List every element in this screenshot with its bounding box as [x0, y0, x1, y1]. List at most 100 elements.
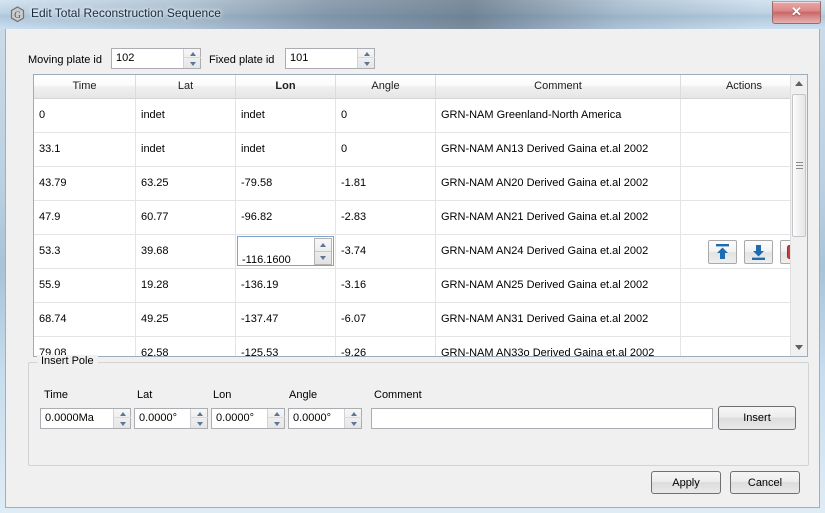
- cell-angle[interactable]: -2.83: [336, 201, 436, 234]
- cell-angle[interactable]: -3.16: [336, 269, 436, 302]
- table-body: 0 indet indet 0 GRN-NAM Greenland-North Amer…: [34, 99, 807, 356]
- insert-lat-input[interactable]: 0.0000°: [134, 408, 208, 429]
- cell-lon[interactable]: -96.82: [236, 201, 336, 234]
- column-header-time[interactable]: Time: [34, 75, 136, 98]
- table-row[interactable]: 79.08 62.58 -125.53 -9.26 GRN-NAM AN33o Deri…: [34, 337, 807, 356]
- insert-button[interactable]: Insert: [718, 406, 796, 430]
- arrow-up-to-line-icon: [716, 244, 729, 259]
- table-row[interactable]: 53.3 39.68 -116.1600 -3.74 GRN-NAM AN24 Deri…: [34, 235, 807, 269]
- insert-angle-input[interactable]: 0.0000°: [288, 408, 362, 429]
- insert-lon-stepper[interactable]: [267, 409, 285, 428]
- column-header-actions[interactable]: Actions: [681, 75, 807, 98]
- stepper-up-icon[interactable]: [191, 409, 208, 418]
- cell-time[interactable]: 0: [34, 99, 136, 132]
- stepper-up-icon[interactable]: [184, 49, 201, 58]
- cell-lat[interactable]: 60.77: [136, 201, 236, 234]
- table-row[interactable]: 0 indet indet 0 GRN-NAM Greenland-North Amer…: [34, 99, 807, 133]
- table-row[interactable]: 43.79 63.25 -79.58 -1.81 GRN-NAM AN20 Derive…: [34, 167, 807, 201]
- moving-plate-id-input[interactable]: 102: [111, 48, 201, 69]
- insert-lat-stepper[interactable]: [190, 409, 208, 428]
- cell-lat[interactable]: 49.25: [136, 303, 236, 336]
- cell-lon[interactable]: -137.47: [236, 303, 336, 336]
- stepper-up-icon[interactable]: [345, 409, 362, 418]
- table-row[interactable]: 55.9 19.28 -136.19 -3.16 GRN-NAM AN25 Derive…: [34, 269, 807, 303]
- cell-lon[interactable]: indet: [236, 133, 336, 166]
- table-row[interactable]: 47.9 60.77 -96.82 -2.83 GRN-NAM AN21 Derived…: [34, 201, 807, 235]
- fixed-plate-id-stepper[interactable]: [357, 49, 375, 68]
- cell-lon[interactable]: -125.53: [236, 337, 336, 356]
- cell-lon[interactable]: -136.19: [236, 269, 336, 302]
- stepper-down-icon[interactable]: [345, 419, 362, 428]
- stepper-down-icon[interactable]: [268, 419, 285, 428]
- cell-lon[interactable]: indet: [236, 99, 336, 132]
- stepper-up-icon[interactable]: [358, 49, 375, 58]
- move-to-top-button[interactable]: [708, 240, 737, 264]
- cell-lon[interactable]: -79.58: [236, 167, 336, 200]
- table-vertical-scrollbar[interactable]: [790, 75, 807, 356]
- cell-actions[interactable]: [681, 235, 807, 268]
- cell-comment[interactable]: GRN-NAM AN31 Derived Gaina et.al 2002: [436, 303, 681, 336]
- column-header-angle[interactable]: Angle: [336, 75, 436, 98]
- insert-lon-input[interactable]: 0.0000°: [211, 408, 285, 429]
- stepper-down-icon[interactable]: [315, 252, 331, 264]
- cell-lat[interactable]: 39.68: [136, 235, 236, 268]
- cell-lat[interactable]: 63.25: [136, 167, 236, 200]
- insert-lat-label: Lat: [137, 389, 153, 401]
- scroll-down-button[interactable]: [791, 339, 807, 356]
- column-header-lat[interactable]: Lat: [136, 75, 236, 98]
- cell-lat[interactable]: indet: [136, 99, 236, 132]
- lon-editor-spinbox[interactable]: -116.1600: [237, 236, 334, 266]
- cell-time[interactable]: 68.74: [34, 303, 136, 336]
- cell-angle[interactable]: 0: [336, 99, 436, 132]
- cell-time[interactable]: 79.08: [34, 337, 136, 356]
- stepper-up-icon[interactable]: [114, 409, 131, 418]
- stepper-down-icon[interactable]: [114, 419, 131, 428]
- cell-time[interactable]: 33.1: [34, 133, 136, 166]
- table-row[interactable]: 33.1 indet indet 0 GRN-NAM AN13 Derived Gain…: [34, 133, 807, 167]
- insert-time-input[interactable]: 0.0000Ma: [40, 408, 131, 429]
- stepper-down-icon[interactable]: [191, 419, 208, 428]
- apply-button[interactable]: Apply: [651, 471, 721, 494]
- lon-editor-value: -116.1600: [242, 254, 291, 266]
- cell-time[interactable]: 53.3: [34, 235, 136, 268]
- cell-angle[interactable]: -9.26: [336, 337, 436, 356]
- table-row[interactable]: 68.74 49.25 -137.47 -6.07 GRN-NAM AN31 Deriv…: [34, 303, 807, 337]
- cell-comment[interactable]: GRN-NAM AN21 Derived Gaina et.al 2002: [436, 201, 681, 234]
- column-header-comment[interactable]: Comment: [436, 75, 681, 98]
- insert-time-stepper[interactable]: [113, 409, 131, 428]
- cell-time[interactable]: 55.9: [34, 269, 136, 302]
- cell-time[interactable]: 43.79: [34, 167, 136, 200]
- cell-comment[interactable]: GRN-NAM AN33o Derived Gaina et.al 2002: [436, 337, 681, 356]
- stepper-down-icon[interactable]: [358, 59, 375, 68]
- cell-lat[interactable]: indet: [136, 133, 236, 166]
- cell-comment[interactable]: GRN-NAM AN20 Derived Gaina et.al 2002: [436, 167, 681, 200]
- cell-angle[interactable]: -6.07: [336, 303, 436, 336]
- cell-angle[interactable]: -3.74: [336, 235, 436, 268]
- cell-angle[interactable]: 0: [336, 133, 436, 166]
- cell-comment[interactable]: GRN-NAM AN25 Derived Gaina et.al 2002: [436, 269, 681, 302]
- scroll-up-button[interactable]: [791, 75, 807, 92]
- stepper-down-icon[interactable]: [184, 59, 201, 68]
- moving-plate-id-stepper[interactable]: [183, 49, 201, 68]
- cell-time[interactable]: 47.9: [34, 201, 136, 234]
- scrollbar-thumb[interactable]: [792, 94, 806, 237]
- lon-editor-stepper[interactable]: [314, 238, 332, 265]
- cell-lon[interactable]: -116.1600: [236, 235, 336, 268]
- insert-comment-input[interactable]: [371, 408, 713, 429]
- cancel-button[interactable]: Cancel: [730, 471, 800, 494]
- column-header-lon[interactable]: Lon: [236, 75, 336, 98]
- cell-comment[interactable]: GRN-NAM AN24 Derived Gaina et.al 2002: [436, 235, 681, 268]
- stepper-up-icon[interactable]: [315, 239, 331, 252]
- cell-lat[interactable]: 19.28: [136, 269, 236, 302]
- move-to-bottom-button[interactable]: [744, 240, 773, 264]
- insert-angle-stepper[interactable]: [344, 409, 362, 428]
- cell-comment[interactable]: GRN-NAM Greenland-North America: [436, 99, 681, 132]
- title-bar[interactable]: G Edit Total Reconstruction Sequence ✕: [0, 0, 825, 29]
- cell-comment[interactable]: GRN-NAM AN13 Derived Gaina et.al 2002: [436, 133, 681, 166]
- stepper-up-icon[interactable]: [268, 409, 285, 418]
- close-icon: ✕: [791, 4, 802, 19]
- fixed-plate-id-input[interactable]: 101: [285, 48, 375, 69]
- cell-lat[interactable]: 62.58: [136, 337, 236, 356]
- cell-angle[interactable]: -1.81: [336, 167, 436, 200]
- close-button[interactable]: ✕: [772, 1, 821, 24]
